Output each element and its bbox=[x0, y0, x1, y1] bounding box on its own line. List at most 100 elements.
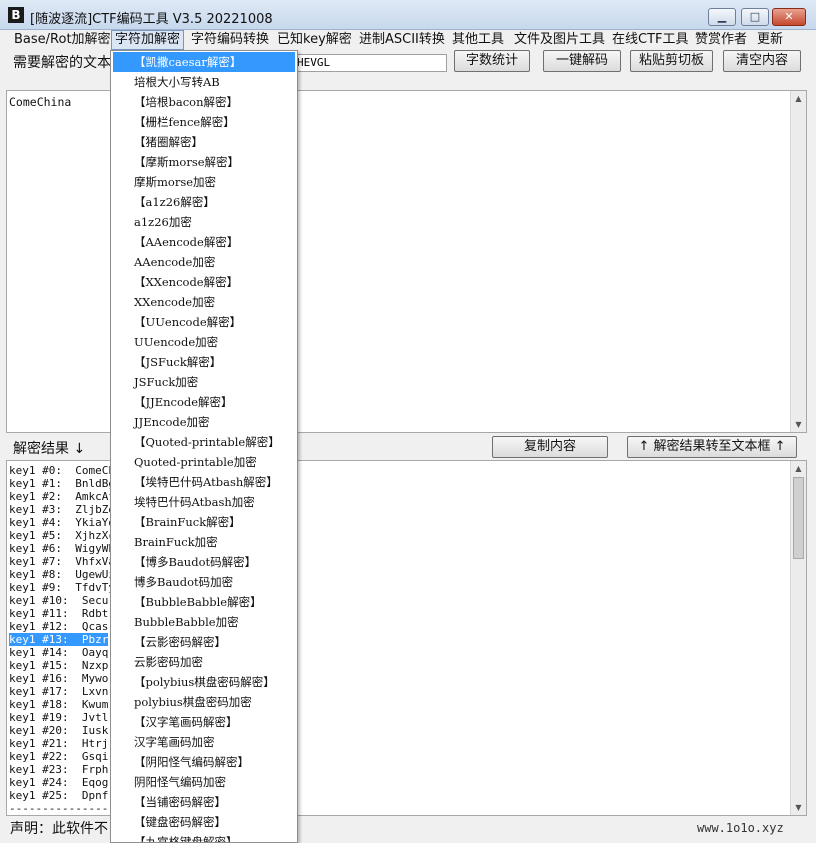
dropdown-menu-item[interactable]: 【凯撒caesar解密】 bbox=[113, 52, 295, 72]
dropdown-menu-item[interactable]: 云影密码加密 bbox=[113, 652, 295, 672]
dropdown-menu-item[interactable]: Quoted-printable加密 bbox=[113, 452, 295, 472]
dropdown-menu-item[interactable]: 【云影密码解密】 bbox=[113, 632, 295, 652]
scroll-up-icon[interactable]: ▲ bbox=[791, 91, 806, 106]
result-line[interactable]: key1 #16: Mywo bbox=[9, 672, 108, 685]
result-line[interactable]: key1 #20: Iusk bbox=[9, 724, 108, 737]
result-line[interactable]: key1 #15: Nzxp bbox=[9, 659, 108, 672]
dropdown-menu-item[interactable]: 【UUencode解密】 bbox=[113, 312, 295, 332]
key-input[interactable]: HEVGL bbox=[292, 54, 447, 72]
input-scrollbar[interactable]: ▲ ▼ bbox=[790, 91, 806, 432]
window-title: [随波逐流]CTF编码工具 V3.5 20221008 bbox=[30, 12, 273, 27]
dropdown-menu-item[interactable]: XXencode加密 bbox=[113, 292, 295, 312]
clear-content-button[interactable]: 清空内容 bbox=[723, 50, 801, 72]
menu-char-encoding[interactable]: 字符编码转换 bbox=[188, 30, 272, 50]
dropdown-menu-item[interactable]: 【polybius棋盘密码解密】 bbox=[113, 672, 295, 692]
result-scrollbar[interactable]: ▲ ▼ bbox=[790, 461, 806, 815]
dropdown-menu-item[interactable]: 【XXencode解密】 bbox=[113, 272, 295, 292]
result-line[interactable]: key1 #7: VhfxVa bbox=[9, 555, 115, 568]
result-line[interactable]: key1 #19: Jvtl bbox=[9, 711, 108, 724]
dropdown-menu-item[interactable]: 汉字笔画码加密 bbox=[113, 732, 295, 752]
menu-donate[interactable]: 赞赏作者 bbox=[692, 30, 750, 50]
dropdown-menu-item[interactable]: 【栅栏fence解密】 bbox=[113, 112, 295, 132]
dropdown-menu-item[interactable]: a1z26加密 bbox=[113, 212, 295, 232]
menu-other-tools[interactable]: 其他工具 bbox=[449, 30, 507, 50]
result-line[interactable]: key1 #1: BnldBg bbox=[9, 477, 115, 490]
dropdown-menu-item[interactable]: JSFuck加密 bbox=[113, 372, 295, 392]
dropdown-menu-item[interactable]: 【AAencode解密】 bbox=[113, 232, 295, 252]
result-line[interactable]: key1 #2: AmkcAf bbox=[9, 490, 115, 503]
dropdown-menu-item[interactable]: polybius棋盘密码加密 bbox=[113, 692, 295, 712]
menu-online-ctf[interactable]: 在线CTF工具 bbox=[609, 30, 692, 50]
scroll-up-icon[interactable]: ▲ bbox=[791, 461, 806, 476]
input-label: 需要解密的文本 bbox=[13, 55, 111, 71]
dropdown-menu-item[interactable]: 阴阳怪气编码加密 bbox=[113, 772, 295, 792]
close-button[interactable]: ✕ bbox=[772, 8, 806, 26]
transfer-result-button[interactable]: ↑ 解密结果转至文本框 ↑ bbox=[627, 436, 797, 458]
result-line[interactable]: key1 #10: Secu bbox=[9, 594, 108, 607]
result-line[interactable]: key1 #6: WigyWb bbox=[9, 542, 115, 555]
result-line[interactable]: key1 #13: Pbzr bbox=[9, 633, 109, 646]
result-line[interactable]: key1 #5: XjhzXc bbox=[9, 529, 115, 542]
minimize-button[interactable]: ▁ bbox=[708, 8, 736, 26]
dropdown-menu-item[interactable]: 【博多Baudot码解密】 bbox=[113, 552, 295, 572]
result-line[interactable]: key1 #3: ZljbZe bbox=[9, 503, 115, 516]
dropdown-menu-item[interactable]: 【摩斯morse解密】 bbox=[113, 152, 295, 172]
dropdown-menu-item[interactable]: AAencode加密 bbox=[113, 252, 295, 272]
result-line[interactable]: key1 #25: Dpnf bbox=[9, 789, 108, 802]
result-line[interactable]: ----------------- bbox=[9, 802, 122, 815]
menu-known-key[interactable]: 已知key解密 bbox=[274, 30, 355, 50]
input-text: ComeChina bbox=[9, 95, 72, 109]
dropdown-menu-item[interactable]: UUencode加密 bbox=[113, 332, 295, 352]
dropdown-menu-item[interactable]: 【猪圈解密】 bbox=[113, 132, 295, 152]
result-line[interactable]: key1 #24: Eqog bbox=[9, 776, 108, 789]
dropdown-menu-item[interactable]: 埃特巴什码Atbash加密 bbox=[113, 492, 295, 512]
dropdown-menu-item[interactable]: 【当铺密码解密】 bbox=[113, 792, 295, 812]
dropdown-menu-item[interactable]: 【Quoted-printable解密】 bbox=[113, 432, 295, 452]
dropdown-menu-item[interactable]: BubbleBabble加密 bbox=[113, 612, 295, 632]
result-label: 解密结果 ↓ bbox=[13, 441, 86, 457]
dropdown-menu-item[interactable]: 【键盘密码解密】 bbox=[113, 812, 295, 832]
maximize-button[interactable]: □ bbox=[741, 8, 769, 26]
result-line[interactable]: key1 #18: Kwum bbox=[9, 698, 108, 711]
result-line[interactable]: key1 #22: Gsqi bbox=[9, 750, 108, 763]
dropdown-menu-item[interactable]: 【a1z26解密】 bbox=[113, 192, 295, 212]
dropdown-menu-item[interactable]: 【BrainFuck解密】 bbox=[113, 512, 295, 532]
menu-radix-ascii[interactable]: 进制ASCII转换 bbox=[356, 30, 448, 50]
result-line[interactable]: key1 #9: TfdvTy bbox=[9, 581, 115, 594]
menu-char-crypto[interactable]: 字符加解密 bbox=[111, 30, 185, 50]
one-click-decode-button[interactable]: 一键解码 bbox=[543, 50, 621, 72]
scroll-down-icon[interactable]: ▼ bbox=[791, 417, 806, 432]
dropdown-menu-item[interactable]: 培根大小写转AB bbox=[113, 72, 295, 92]
menu-base-rot[interactable]: Base/Rot加解密 bbox=[11, 30, 114, 50]
watermark-text: www.1o1o.xyz bbox=[697, 821, 784, 835]
result-line[interactable]: key1 #8: UgewUz bbox=[9, 568, 115, 581]
scroll-thumb[interactable] bbox=[793, 477, 804, 559]
result-line[interactable]: key1 #14: Oayq bbox=[9, 646, 108, 659]
result-line[interactable]: key1 #17: Lxvn bbox=[9, 685, 108, 698]
dropdown-menu-item[interactable]: 博多Baudot码加密 bbox=[113, 572, 295, 592]
dropdown-menu-item[interactable]: 【阴阳怪气编码解密】 bbox=[113, 752, 295, 772]
dropdown-menu-item[interactable]: 【JSFuck解密】 bbox=[113, 352, 295, 372]
menu-update[interactable]: 更新 bbox=[754, 30, 786, 50]
dropdown-menu-item[interactable]: 摩斯morse加密 bbox=[113, 172, 295, 192]
scroll-down-icon[interactable]: ▼ bbox=[791, 800, 806, 815]
copy-content-button[interactable]: 复制内容 bbox=[492, 436, 608, 458]
dropdown-menu-item[interactable]: 【埃特巴什码Atbash解密】 bbox=[113, 472, 295, 492]
dropdown-menu-item[interactable]: BrainFuck加密 bbox=[113, 532, 295, 552]
result-line[interactable]: key1 #4: YkiaYd bbox=[9, 516, 115, 529]
disclaimer-text: 声明：此软件不 bbox=[10, 821, 108, 837]
char-count-button[interactable]: 字数统计 bbox=[454, 50, 530, 72]
dropdown-menu-item[interactable]: 【九宫格键盘解密】 bbox=[113, 832, 295, 842]
result-line[interactable]: key1 #11: Rdbt bbox=[9, 607, 108, 620]
dropdown-menu-item[interactable]: JJEncode加密 bbox=[113, 412, 295, 432]
dropdown-menu-item[interactable]: 【汉字笔画码解密】 bbox=[113, 712, 295, 732]
result-line[interactable]: key1 #21: Htrj bbox=[9, 737, 108, 750]
result-line[interactable]: key1 #0: ComeCh bbox=[9, 464, 115, 477]
paste-clipboard-button[interactable]: 粘贴剪切板 bbox=[630, 50, 713, 72]
dropdown-menu-item[interactable]: 【BubbleBabble解密】 bbox=[113, 592, 295, 612]
result-line[interactable]: key1 #23: Frph bbox=[9, 763, 108, 776]
dropdown-menu-item[interactable]: 【培根bacon解密】 bbox=[113, 92, 295, 112]
menu-file-image-tools[interactable]: 文件及图片工具 bbox=[511, 30, 608, 50]
dropdown-menu-item[interactable]: 【JJEncode解密】 bbox=[113, 392, 295, 412]
result-line[interactable]: key1 #12: Qcas bbox=[9, 620, 108, 633]
